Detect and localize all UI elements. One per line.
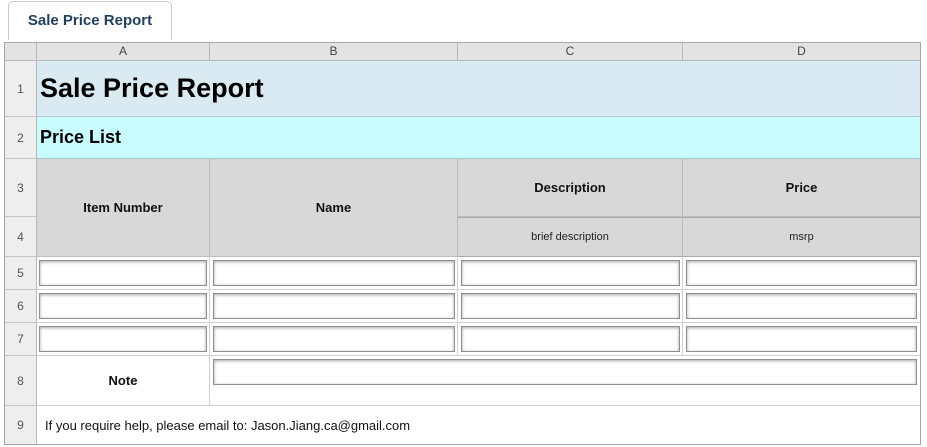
- column-header-b[interactable]: B: [210, 43, 458, 61]
- description-input-row-5[interactable]: [461, 260, 680, 286]
- name-input-row-6[interactable]: [213, 293, 455, 319]
- row-header-8[interactable]: 8: [5, 356, 37, 406]
- price-input-row-5[interactable]: [686, 260, 917, 286]
- header-description: Description: [458, 159, 683, 217]
- grid-cell: [37, 257, 210, 290]
- report-subtitle: Price List: [37, 117, 920, 159]
- name-input-row-5[interactable]: [213, 260, 455, 286]
- grid-cell: [458, 257, 683, 290]
- note-label: Note: [37, 356, 210, 406]
- grid-cell: [683, 290, 920, 323]
- row-header-7[interactable]: 7: [5, 323, 37, 356]
- description-input-row-6[interactable]: [461, 293, 680, 319]
- header-item-number: Item Number: [37, 159, 210, 257]
- grid-cell: [37, 323, 210, 356]
- grid-cell: [683, 257, 920, 290]
- item-number-input-row-5[interactable]: [39, 260, 207, 286]
- header-name: Name: [210, 159, 458, 257]
- sheet-tab-strip: Sale Price Report: [0, 0, 927, 42]
- grid-cell: [210, 257, 458, 290]
- name-input-row-7[interactable]: [213, 326, 455, 352]
- header-price-sub: msrp: [683, 217, 920, 257]
- help-footer: If you require help, please email to: Ja…: [45, 417, 411, 433]
- item-number-input-row-6[interactable]: [39, 293, 207, 319]
- grid-cell: [210, 323, 458, 356]
- grid-cell: [210, 356, 920, 406]
- row-header-4[interactable]: 4: [5, 217, 37, 257]
- header-price: Price: [683, 159, 920, 217]
- price-input-row-7[interactable]: [686, 326, 917, 352]
- grid-cell: [683, 323, 920, 356]
- note-input[interactable]: [213, 359, 917, 385]
- row-header-1[interactable]: 1: [5, 61, 37, 117]
- header-description-sub: brief description: [458, 217, 683, 257]
- row-header-5[interactable]: 5: [5, 257, 37, 290]
- corner-cell[interactable]: [5, 43, 37, 61]
- column-header-a[interactable]: A: [37, 43, 210, 61]
- grid-cell: [458, 323, 683, 356]
- item-number-input-row-7[interactable]: [39, 326, 207, 352]
- spreadsheet-grid: A B C D 1 2 3 4 5 6 7 8 9 Sale Price Rep…: [4, 42, 921, 445]
- column-header-d[interactable]: D: [683, 43, 920, 61]
- grid-cell: [210, 290, 458, 323]
- row-header-9[interactable]: 9: [5, 406, 37, 444]
- report-title: Sale Price Report: [37, 61, 920, 117]
- grid-cell: [458, 290, 683, 323]
- row-header-6[interactable]: 6: [5, 290, 37, 323]
- row-header-2[interactable]: 2: [5, 117, 37, 159]
- row-header-3[interactable]: 3: [5, 159, 37, 217]
- column-header-c[interactable]: C: [458, 43, 683, 61]
- grid-cell: [37, 290, 210, 323]
- description-input-row-7[interactable]: [461, 326, 680, 352]
- price-input-row-6[interactable]: [686, 293, 917, 319]
- tab-sale-price-report[interactable]: Sale Price Report: [8, 1, 172, 40]
